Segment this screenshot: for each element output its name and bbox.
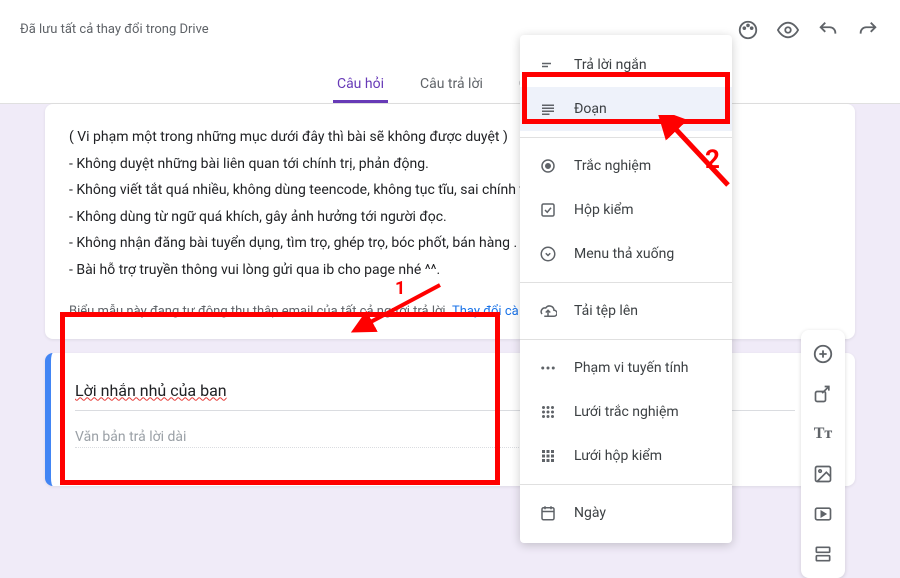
- type-mc-grid[interactable]: Lưới trắc nghiệm: [520, 390, 732, 434]
- grid-check-icon: [538, 446, 558, 466]
- annotation-label-1: 1: [395, 278, 405, 299]
- preview-icon[interactable]: [776, 18, 800, 42]
- checkbox-icon: [538, 200, 558, 220]
- type-file-upload[interactable]: Tải tệp lên: [520, 289, 732, 333]
- add-question-button[interactable]: [805, 336, 841, 372]
- import-question-button[interactable]: [805, 376, 841, 412]
- undo-icon[interactable]: [816, 18, 840, 42]
- calendar-icon: [538, 503, 558, 523]
- grid-radio-icon: [538, 402, 558, 422]
- add-section-button[interactable]: [805, 536, 841, 572]
- annotation-label-2: 2: [705, 145, 720, 175]
- type-checkbox[interactable]: Hộp kiểm: [520, 188, 732, 232]
- add-title-button[interactable]: Tᴛ: [805, 416, 841, 452]
- type-multiple-choice[interactable]: Trắc nghiệm: [520, 144, 732, 188]
- linear-icon: [538, 358, 558, 378]
- radio-icon: [538, 156, 558, 176]
- upload-icon: [538, 301, 558, 321]
- add-image-button[interactable]: [805, 456, 841, 492]
- type-short-answer[interactable]: Trả lời ngắn: [520, 43, 732, 87]
- tab-bar: Câu hỏi Câu trả lời Cài đặt: [0, 60, 900, 104]
- type-date[interactable]: Ngày: [520, 491, 732, 535]
- redo-icon[interactable]: [856, 18, 880, 42]
- tab-responses[interactable]: Câu trả lời: [416, 68, 487, 103]
- add-video-button[interactable]: [805, 496, 841, 532]
- palette-icon[interactable]: [736, 18, 760, 42]
- short-text-icon: [538, 55, 558, 75]
- answer-placeholder: Văn bản trả lời dài: [75, 429, 529, 448]
- dropdown-icon: [538, 244, 558, 264]
- type-checkbox-grid[interactable]: Lưới hộp kiểm: [520, 434, 732, 478]
- save-status: Đã lưu tất cả thay đổi trong Drive: [20, 22, 209, 39]
- question-title-input[interactable]: Lời nhắn nhủ của ban: [75, 381, 227, 404]
- paragraph-icon: [538, 99, 558, 119]
- question-type-dropdown: Trả lời ngắn Đoạn Trắc nghiệm Hộp kiểm M…: [520, 35, 732, 543]
- side-toolbar: Tᴛ: [801, 330, 845, 578]
- description-card: ( Vi phạm một trong những mục dưới đây t…: [45, 104, 855, 339]
- tab-questions[interactable]: Câu hỏi: [333, 68, 388, 103]
- change-setting-link[interactable]: Thay đổi cà: [452, 304, 519, 319]
- type-dropdown[interactable]: Menu thả xuống: [520, 232, 732, 276]
- type-linear-scale[interactable]: Phạm vi tuyến tính: [520, 346, 732, 390]
- type-paragraph[interactable]: Đoạn: [520, 87, 732, 131]
- question-card[interactable]: Lời nhắn nhủ của ban Văn bản trả lời dài: [45, 353, 855, 486]
